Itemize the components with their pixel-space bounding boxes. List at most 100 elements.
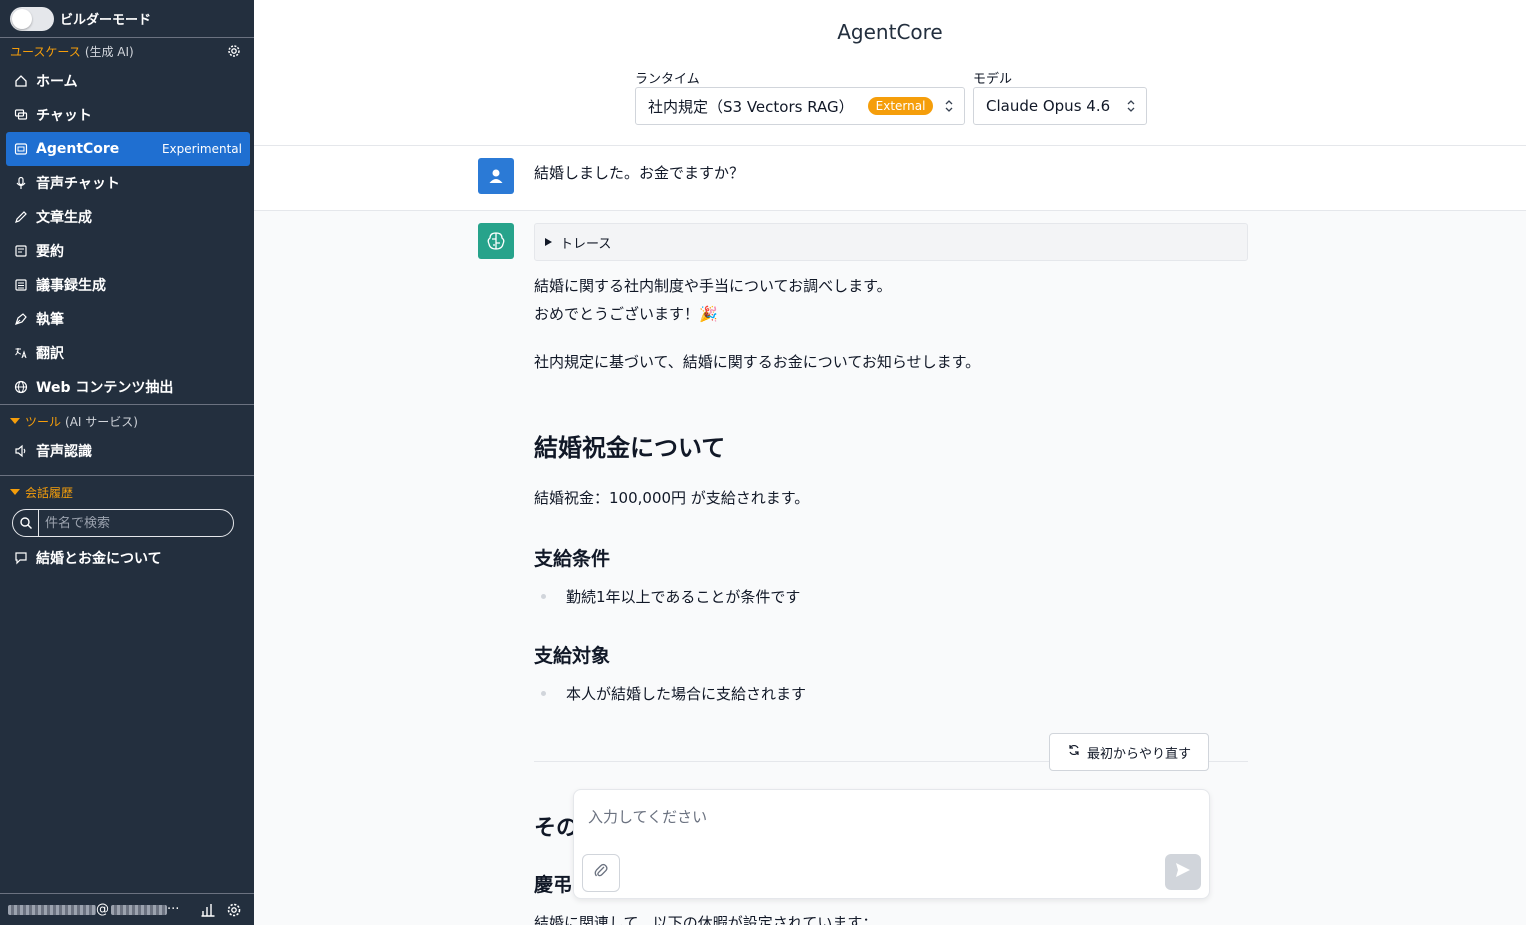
assistant-subheading: 支給条件 [534,548,611,570]
pencil-icon [14,210,28,224]
user-avatar-icon [478,158,514,194]
bot-brain-icon [478,223,514,259]
sidebar-item-label: 音声認識 [36,444,92,460]
tools-section-title: ツール [25,414,62,429]
sidebar-item-label: チャット [36,108,92,124]
assistant-text: 社内規定に基づいて、結婚に関するお金についてお知らせします。 [534,353,981,371]
header: AgentCore ランタイム 社内規定（S3 Vectors RAG） Ext… [254,0,1526,146]
list-item: 勤続1年以上であることが条件です [534,586,1248,607]
redacted-email-domain [111,904,167,915]
send-button[interactable] [1165,854,1201,890]
bullet-dot [541,691,546,696]
usecase-section-title: ユースケース [10,44,81,59]
usecase-section-header: ユースケース (生成 AI) [0,38,254,64]
runtime-label: ランタイム [635,72,700,87]
sidebar-item-label: 音声チャット [36,176,120,192]
translate-icon [14,346,28,360]
user-message-text: 結婚しました。お金でますか？ [534,164,745,182]
chat-icon [14,108,28,122]
usecase-section-subtitle: (生成 AI) [84,44,134,59]
chevron-updown-icon [1126,98,1136,118]
assistant-heading-partial: その [534,816,579,841]
restart-button[interactable]: 最初からやり直す [1049,733,1209,771]
email-ellipsis: ··· [167,902,180,917]
sidebar-item-voice-chat[interactable]: 音声チャット [0,166,254,200]
history-search-input[interactable] [39,515,233,531]
sidebar-item-agentcore[interactable]: AgentCore Experimental [6,132,250,166]
sidebar-item-minutes[interactable]: 議事録生成 [0,268,254,302]
sidebar-footer: @ ··· [0,893,254,925]
sidebar-item-label: 要約 [36,244,64,260]
send-icon [1174,861,1192,883]
paperclip-icon [593,862,609,884]
main-panel: AgentCore ランタイム 社内規定（S3 Vectors RAG） Ext… [254,0,1526,925]
sidebar-item-transcribe[interactable]: 音声認識 [0,434,254,468]
sidebar-item-writing[interactable]: 執筆 [0,302,254,336]
settings-gear-icon[interactable] [226,902,242,922]
assistant-subheading-partial: 慶弔 [534,874,573,896]
history-item[interactable]: 結婚とお金について [0,541,254,575]
home-icon [14,74,28,88]
assistant-text: 結婚に関する社内制度や手当についてお調べします。 [534,277,892,295]
attach-button[interactable] [582,854,620,892]
sidebar-item-chat[interactable]: チャット [0,98,254,132]
sidebar-item-label: 議事録生成 [36,278,106,294]
sidebar-divider [0,475,254,476]
list-item: 本人が結婚した場合に支給されます [534,683,1248,704]
trace-toggle[interactable]: トレース [534,223,1248,261]
assistant-message: 結婚に関する社内制度や手当についてお調べします。 おめでとうございます！🎉 社内… [534,272,1248,704]
sidebar-item-translate[interactable]: 翻訳 [0,336,254,370]
chevron-updown-icon [944,98,954,118]
chat-input-panel [573,789,1210,899]
sidebar-item-label: AgentCore [36,141,120,157]
builder-mode-toggle[interactable] [10,6,54,31]
runtime-select-value: 社内規定（S3 Vectors RAG） [648,97,854,116]
sidebar-item-text-generation[interactable]: 文章生成 [0,200,254,234]
history-section-header[interactable]: 会話履歴 [0,479,254,505]
chat-input[interactable] [588,806,1188,846]
sidebar-item-label: Web コンテンツ抽出 [36,380,174,396]
trace-label: トレース [560,236,612,252]
bullet-dot [541,594,546,599]
summary-icon [14,244,28,258]
model-select[interactable]: Claude Opus 4.6 [973,87,1147,125]
history-section-title: 会話履歴 [25,485,74,500]
gear-icon[interactable] [226,43,242,62]
caret-down-icon [10,418,20,424]
builder-mode-label: ビルダーモード [60,13,152,28]
caret-right-icon [545,238,552,246]
sidebar-item-web-extract[interactable]: Web コンテンツ抽出 [0,370,254,404]
assistant-text: 結婚祝金：100,000円 が支給されます。 [534,489,810,507]
toggle-knob [12,8,32,29]
assistant-text-partial: 結婚に関連して、以下の休暇が設定されています： [534,914,878,925]
stats-icon[interactable] [200,902,216,922]
sidebar-item-home[interactable]: ホーム [0,64,254,98]
page-title: AgentCore [837,20,943,44]
email-at: @ [96,902,109,917]
sidebar-item-label: 文章生成 [36,210,92,226]
caret-down-icon [10,489,20,495]
sidebar: ビルダーモード ユースケース (生成 AI) ホーム チャット AgentCor… [0,0,254,925]
chat-bubble-icon [14,551,28,565]
history-search-box [12,509,234,537]
experimental-badge: Experimental [161,142,242,156]
sidebar-divider [0,404,254,405]
tools-section-header[interactable]: ツール (AI サービス) [0,408,254,434]
model-label: モデル [973,72,1013,87]
assistant-text: おめでとうございます！🎉 [534,305,718,323]
list-item-text: 本人が結婚した場合に支給されます [566,685,807,703]
redacted-email-user [8,904,96,915]
list-item-text: 勤続1年以上であることが条件です [566,588,801,606]
assistant-heading: 結婚祝金について [534,434,726,462]
agent-icon [14,142,28,156]
sidebar-item-summary[interactable]: 要約 [0,234,254,268]
model-select-value: Claude Opus 4.6 [986,97,1111,115]
runtime-select[interactable]: 社内規定（S3 Vectors RAG） External [635,87,965,125]
history-item-label: 結婚とお金について [36,551,162,567]
sidebar-item-label: ホーム [36,74,78,90]
pen-nib-icon [14,312,28,326]
minutes-icon [14,278,28,292]
restart-label: 最初からやり直す [1086,746,1191,762]
tools-section-subtitle: (AI サービス) [65,414,138,429]
builder-mode-toggle-row: ビルダーモード [0,0,254,38]
